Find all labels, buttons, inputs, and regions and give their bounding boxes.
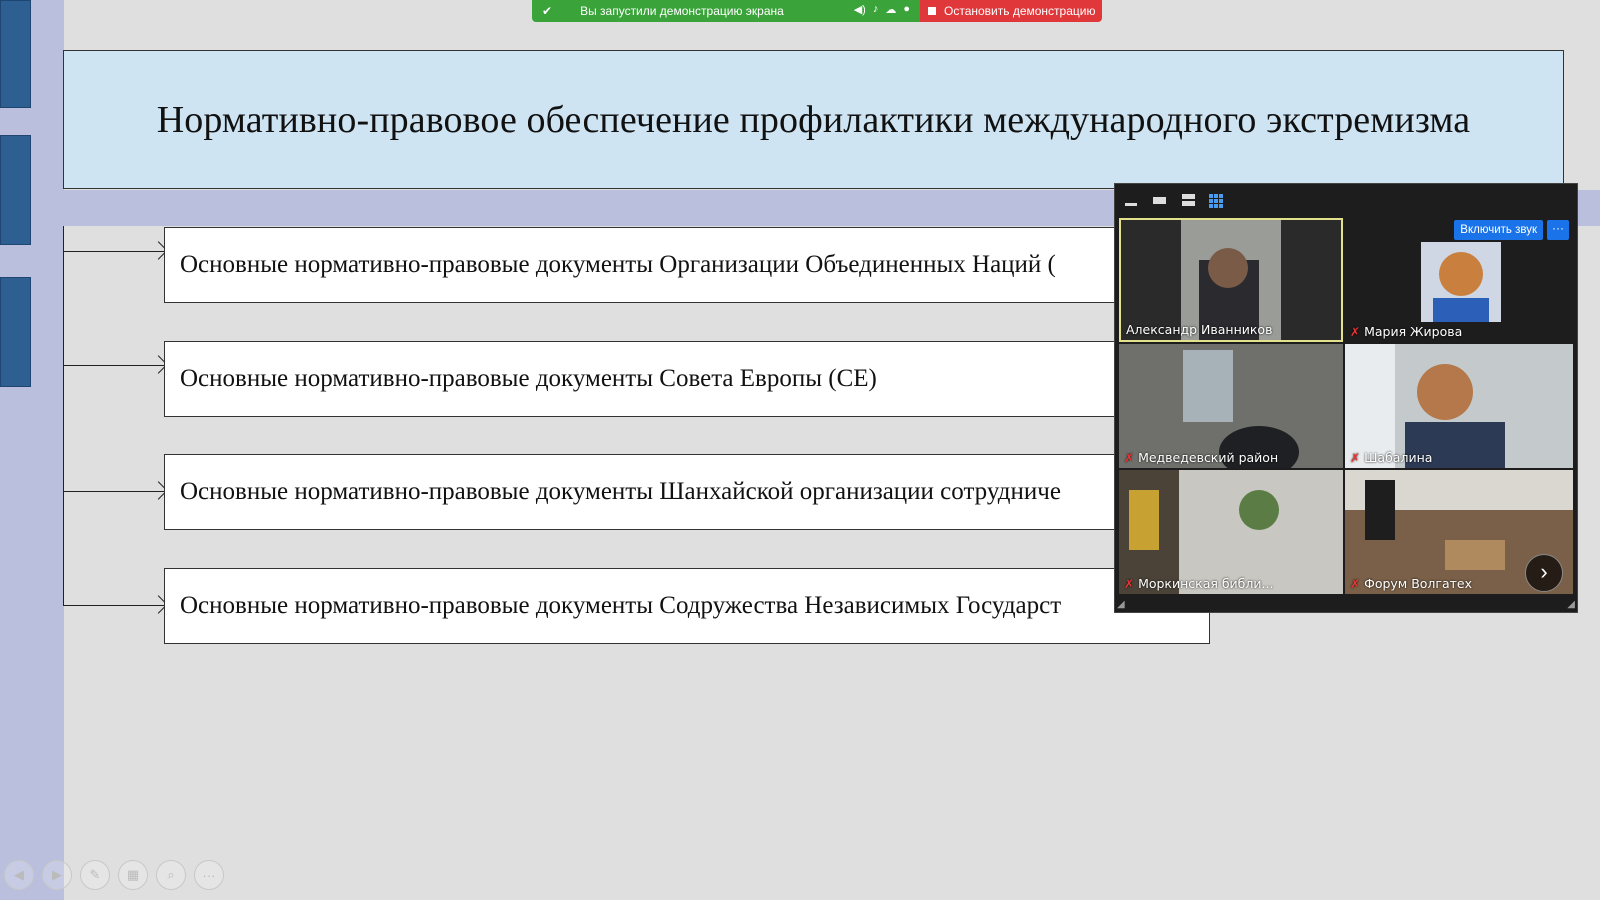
connector-arrow xyxy=(64,605,164,606)
mic-muted-icon: ✗ xyxy=(1124,450,1135,465)
shield-icon[interactable]: ● xyxy=(903,3,910,16)
slideshow-nav: ◀ ▶ ✎ ▦ ⌕ ··· xyxy=(4,860,224,890)
mic-muted-icon: ✗ xyxy=(1350,576,1361,591)
doc-item-text: Основные нормативно-правовые документы О… xyxy=(180,251,1056,278)
participant-name-label: ✗ Шабалина xyxy=(1350,450,1433,465)
speaker-view-icon[interactable] xyxy=(1153,194,1167,206)
connector-arrow xyxy=(64,491,164,492)
doc-item-coe: Основные нормативно-правовые документы С… xyxy=(164,341,1210,417)
slide-thumbnail[interactable] xyxy=(0,135,31,245)
share-status-text: Вы запустили демонстрацию экрана xyxy=(580,4,784,18)
resize-grip-icon[interactable]: ◢ xyxy=(1117,599,1125,610)
resize-grip-icon[interactable]: ◢ xyxy=(1567,599,1575,610)
video-panel-toolbar xyxy=(1115,184,1577,216)
slide-thumbnail[interactable] xyxy=(0,277,31,387)
connector-arrow xyxy=(64,251,164,252)
mic-muted-icon: ✗ xyxy=(1124,576,1135,591)
minimize-icon[interactable] xyxy=(1125,194,1139,206)
stop-share-button[interactable]: Остановить демонстрацию xyxy=(920,0,1102,22)
pen-icon[interactable]: ✎ xyxy=(80,860,110,890)
speaker-icon[interactable]: ◀) xyxy=(854,3,866,16)
doc-item-sco: Основные нормативно-правовые документы Ш… xyxy=(164,454,1210,530)
screen-share-banner: ✔ Вы запустили демонстрацию экрана ◀) ♪ … xyxy=(532,0,1102,22)
mic-icon[interactable]: ♪ xyxy=(873,3,879,16)
participant-tile[interactable]: ✗ Шабалина xyxy=(1345,344,1573,468)
share-pin-icon[interactable]: ✔ xyxy=(542,4,552,18)
connector-spine xyxy=(63,226,64,606)
mic-muted-icon: ✗ xyxy=(1350,450,1361,465)
gallery-view-icon[interactable] xyxy=(1209,194,1223,208)
doc-item-un: Основные нормативно-правовые документы О… xyxy=(164,227,1210,303)
slides-overview-icon[interactable]: ▦ xyxy=(118,860,148,890)
doc-item-cis: Основные нормативно-правовые документы С… xyxy=(164,568,1210,644)
more-options-button[interactable]: ··· xyxy=(1547,220,1569,240)
slide-title-box: Нормативно-правовое обеспечение профилак… xyxy=(63,50,1564,189)
participant-name-label: ✗ Моркинская библи... xyxy=(1124,576,1274,591)
participant-name-label: ✗ Медведевский район xyxy=(1124,450,1279,465)
share-status-icons: ◀) ♪ ☁ ● xyxy=(854,3,910,16)
participant-tile[interactable]: ✗ Моркинская библи... xyxy=(1119,470,1343,594)
mic-muted-icon: ✗ xyxy=(1350,324,1361,339)
slide-thumbnail[interactable] xyxy=(0,0,31,108)
doc-item-text: Основные нормативно-правовые документы С… xyxy=(180,592,1062,619)
zoom-icon[interactable]: ⌕ xyxy=(156,860,186,890)
cloud-icon[interactable]: ☁ xyxy=(885,3,896,16)
doc-item-text: Основные нормативно-правовые документы Ш… xyxy=(180,478,1061,505)
participant-tile[interactable]: Александр Иванников xyxy=(1119,218,1343,342)
participant-name-label: Александр Иванников xyxy=(1126,322,1273,337)
share-status: ✔ Вы запустили демонстрацию экрана ◀) ♪ … xyxy=(532,0,920,22)
stop-share-label: Остановить демонстрацию xyxy=(944,4,1096,18)
next-slide-icon[interactable]: ▶ xyxy=(42,860,72,890)
slide-title: Нормативно-правовое обеспечение профилак… xyxy=(156,98,1471,141)
previous-slide-icon[interactable]: ◀ xyxy=(4,860,34,890)
next-page-button[interactable]: › xyxy=(1525,554,1563,592)
more-options-icon[interactable]: ··· xyxy=(194,860,224,890)
slide-thumbnail-strip xyxy=(0,0,34,900)
strip-view-icon[interactable] xyxy=(1181,194,1195,206)
connector-arrow xyxy=(64,365,164,366)
participant-name-label: ✗ Мария Жирова xyxy=(1350,324,1463,339)
participant-tile[interactable]: ✗ Медведевский район xyxy=(1119,344,1343,468)
unmute-button[interactable]: Включить звук xyxy=(1454,220,1543,240)
stop-icon xyxy=(928,7,936,15)
video-gallery-panel[interactable]: Александр Иванников ✗ Мария Жирова Включ… xyxy=(1114,183,1578,613)
participant-name-label: ✗ Форум Волгатех xyxy=(1350,576,1473,591)
doc-item-text: Основные нормативно-правовые документы С… xyxy=(180,365,877,392)
